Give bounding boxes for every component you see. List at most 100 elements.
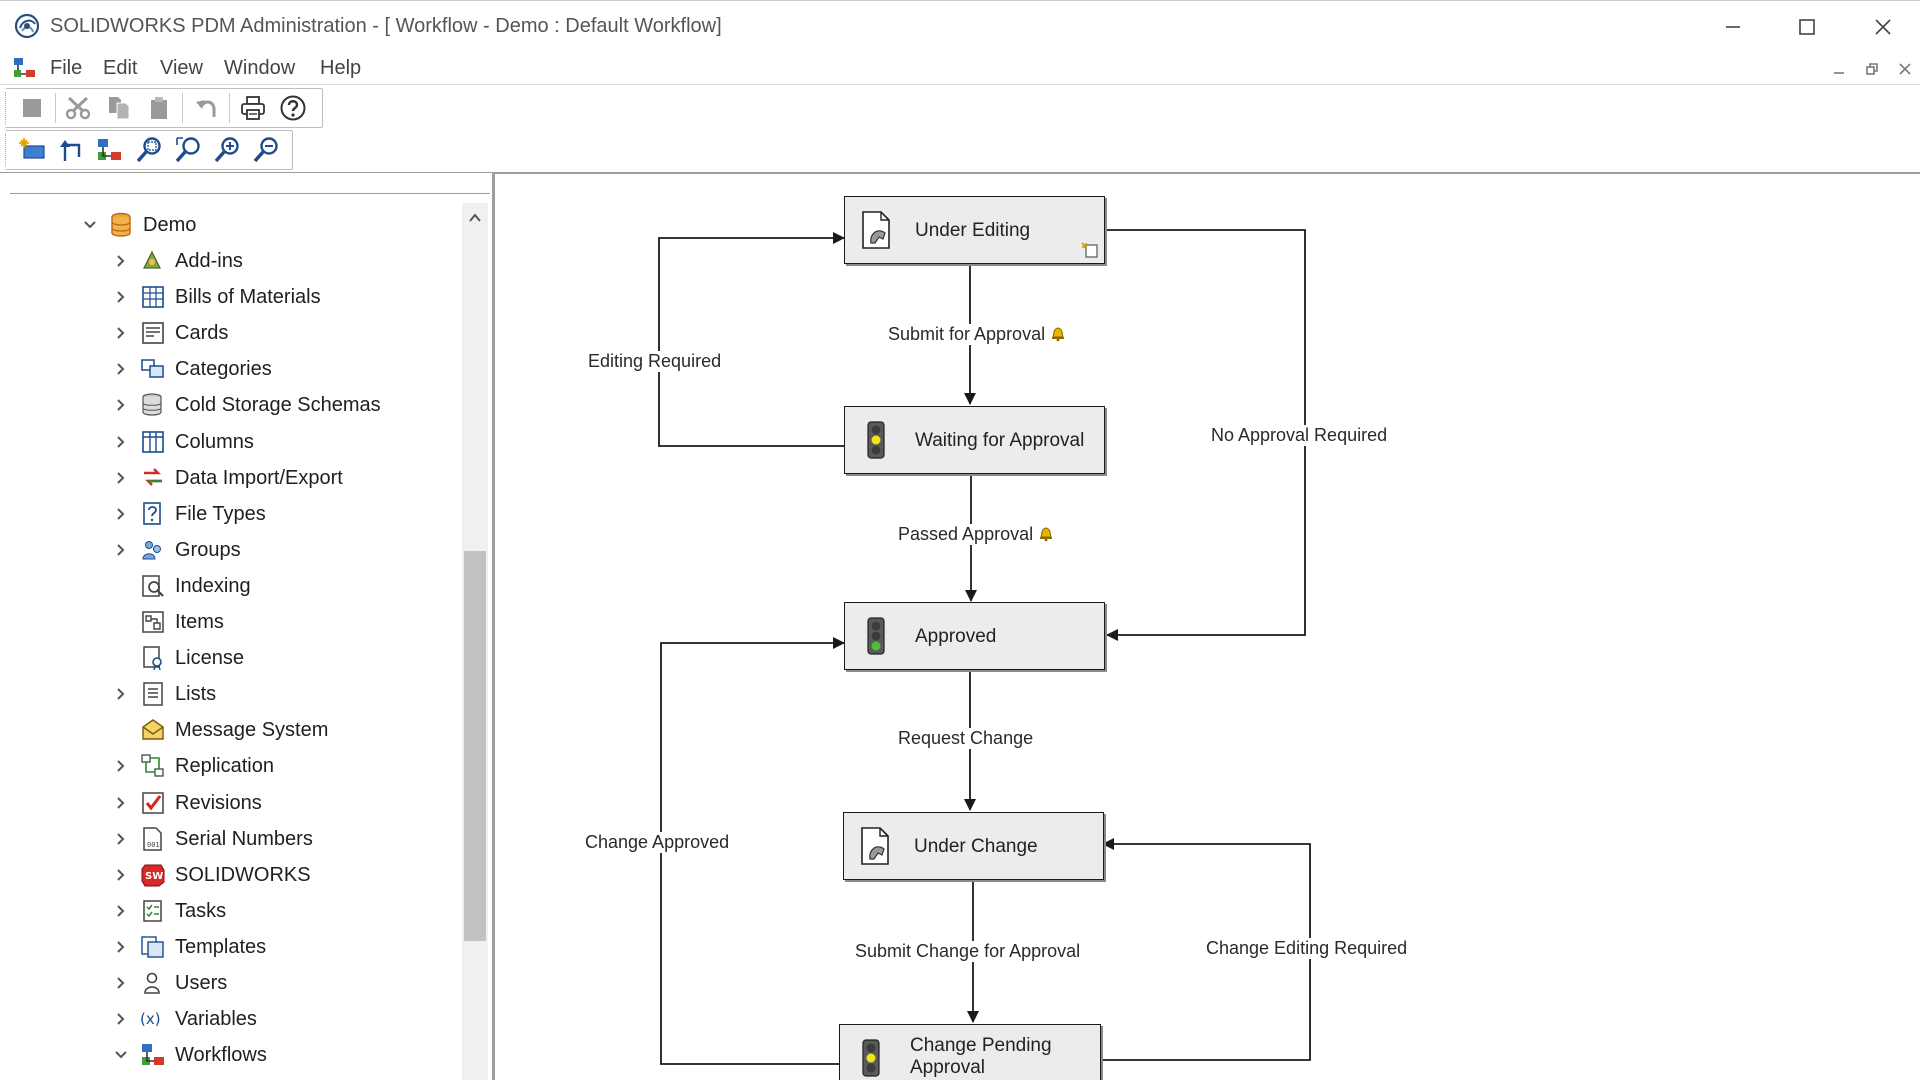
- tree-item-users[interactable]: Users: [0, 965, 460, 1001]
- tree-item-categories[interactable]: Categories: [0, 351, 460, 387]
- chevron-right-icon[interactable]: [113, 289, 129, 305]
- toolbar-grip[interactable]: [5, 134, 9, 166]
- chevron-down-icon[interactable]: [113, 1047, 129, 1063]
- transition-label-change-editing-required[interactable]: Change Editing Required: [1205, 938, 1409, 959]
- minimize-button[interactable]: [1696, 1, 1770, 52]
- state-under-editing[interactable]: Under Editing: [844, 196, 1105, 264]
- zoom-in-button[interactable]: [210, 133, 244, 167]
- scroll-up-button[interactable]: [462, 203, 488, 233]
- cut-icon: [65, 96, 91, 120]
- toolbar-grip[interactable]: [5, 92, 9, 124]
- chevron-right-icon[interactable]: [113, 542, 129, 558]
- undo-button[interactable]: [189, 91, 223, 125]
- maximize-button[interactable]: [1770, 1, 1844, 52]
- tree-item-message-system[interactable]: Message System: [0, 712, 460, 748]
- mdi-close-button[interactable]: [1894, 59, 1916, 79]
- transition-label-request-change[interactable]: Request Change: [897, 728, 1035, 749]
- chevron-right-icon[interactable]: [113, 831, 129, 847]
- tree-item-label: License: [175, 647, 244, 669]
- tree-item-add-ins[interactable]: Add-ins: [0, 243, 460, 279]
- mdi-restore-button[interactable]: [1861, 59, 1883, 79]
- tree-item-variables[interactable]: (x) Variables: [0, 1001, 460, 1037]
- tree-item-revisions[interactable]: Revisions: [0, 785, 460, 821]
- tree-item-lists[interactable]: Lists: [0, 676, 460, 712]
- tree-item-groups[interactable]: Groups: [0, 532, 460, 568]
- application-window: SOLIDWORKS PDM Administration - [ Workfl…: [0, 0, 1920, 1080]
- transition-label-submit-for-approval[interactable]: Submit for Approval: [887, 324, 1069, 345]
- chevron-right-icon[interactable]: [113, 397, 129, 413]
- tree-item-tasks[interactable]: Tasks: [0, 893, 460, 929]
- groups-icon: [140, 537, 166, 563]
- state-approved[interactable]: Approved: [844, 602, 1105, 670]
- tree-item-columns[interactable]: Columns: [0, 424, 460, 460]
- transition-label-submit-change-for-approval[interactable]: Submit Change for Approval: [854, 941, 1082, 962]
- tree-item-items[interactable]: Items: [0, 604, 460, 640]
- new-state-button[interactable]: [15, 133, 49, 167]
- state-waiting-for-approval[interactable]: Waiting for Approval: [844, 406, 1105, 474]
- users-icon: [140, 970, 166, 996]
- tree-item-demo[interactable]: Demo: [0, 207, 460, 243]
- chevron-down-icon[interactable]: [82, 217, 98, 233]
- tree-scrollbar[interactable]: [462, 203, 488, 1080]
- tree-item-license[interactable]: License: [0, 640, 460, 676]
- state-change-pending-approval[interactable]: Change Pending Approval: [839, 1024, 1101, 1080]
- tree-item-cold-storage-schemas[interactable]: Cold Storage Schemas: [0, 387, 460, 423]
- help-button[interactable]: [276, 91, 310, 125]
- chevron-right-icon[interactable]: [113, 470, 129, 486]
- tree-item-indexing[interactable]: Indexing: [0, 568, 460, 604]
- tree-item-replication[interactable]: Replication: [0, 748, 460, 784]
- chevron-right-icon[interactable]: [113, 758, 129, 774]
- close-icon: [1875, 18, 1891, 35]
- tree-item-workflows[interactable]: Workflows: [0, 1037, 460, 1073]
- chevron-right-icon[interactable]: [113, 361, 129, 377]
- tree-item-cards[interactable]: Cards: [0, 315, 460, 351]
- tree-item-serial-numbers[interactable]: 001 Serial Numbers: [0, 821, 460, 857]
- zoom-out-button[interactable]: [249, 133, 283, 167]
- transition-label-passed-approval[interactable]: Passed Approval: [897, 524, 1057, 545]
- chevron-right-icon[interactable]: [113, 253, 129, 269]
- workflow-link-button[interactable]: [93, 133, 127, 167]
- workflow-toolbar: [5, 131, 291, 169]
- stop-button[interactable]: [15, 91, 49, 125]
- workflow-canvas[interactable]: Under Editing Waiting for Approval Appro…: [494, 172, 1920, 1080]
- chevron-right-icon[interactable]: [113, 325, 129, 341]
- close-button[interactable]: [1846, 1, 1920, 52]
- categories-icon: [140, 356, 166, 382]
- transition-label-editing-required[interactable]: Editing Required: [587, 351, 723, 372]
- chevron-right-icon[interactable]: [113, 867, 129, 883]
- menu-view[interactable]: View: [160, 57, 203, 80]
- mdi-minimize-button[interactable]: [1828, 59, 1850, 79]
- chevron-right-icon[interactable]: [113, 434, 129, 450]
- workflow-document-icon[interactable]: [12, 56, 38, 80]
- chevron-right-icon[interactable]: [113, 975, 129, 991]
- menu-edit[interactable]: Edit: [103, 57, 137, 80]
- chevron-right-icon[interactable]: [113, 1011, 129, 1027]
- state-under-change[interactable]: Under Change: [843, 812, 1104, 880]
- tree-item-bills-of-materials[interactable]: Bills of Materials: [0, 279, 460, 315]
- chevron-right-icon[interactable]: [113, 506, 129, 522]
- transition-label-no-approval-required[interactable]: No Approval Required: [1210, 425, 1389, 446]
- zoom-fit-button[interactable]: [171, 133, 205, 167]
- copy-button[interactable]: [102, 91, 136, 125]
- zoom-area-button[interactable]: [132, 133, 166, 167]
- cut-button[interactable]: [62, 91, 96, 125]
- new-transition-button[interactable]: [54, 133, 88, 167]
- tree-item-file-types[interactable]: File Types: [0, 496, 460, 532]
- tree-item-solidworks[interactable]: SW SOLIDWORKS: [0, 857, 460, 893]
- menu-help[interactable]: Help: [320, 57, 361, 80]
- tree-item-data-import-export[interactable]: Data Import/Export: [0, 460, 460, 496]
- workflows-icon: [140, 1042, 166, 1068]
- chevron-right-icon[interactable]: [113, 903, 129, 919]
- chevron-right-icon[interactable]: [113, 795, 129, 811]
- menu-window[interactable]: Window: [224, 57, 295, 80]
- menu-file[interactable]: File: [50, 57, 82, 80]
- paste-button[interactable]: [142, 91, 176, 125]
- scroll-thumb[interactable]: [464, 551, 486, 941]
- print-button[interactable]: [236, 91, 270, 125]
- minimize-icon: [1726, 25, 1740, 28]
- transition-label-change-approved[interactable]: Change Approved: [584, 832, 731, 853]
- chevron-right-icon[interactable]: [113, 939, 129, 955]
- cold-storage-icon: [140, 392, 166, 418]
- tree-item-templates[interactable]: Templates: [0, 929, 460, 965]
- chevron-right-icon[interactable]: [113, 686, 129, 702]
